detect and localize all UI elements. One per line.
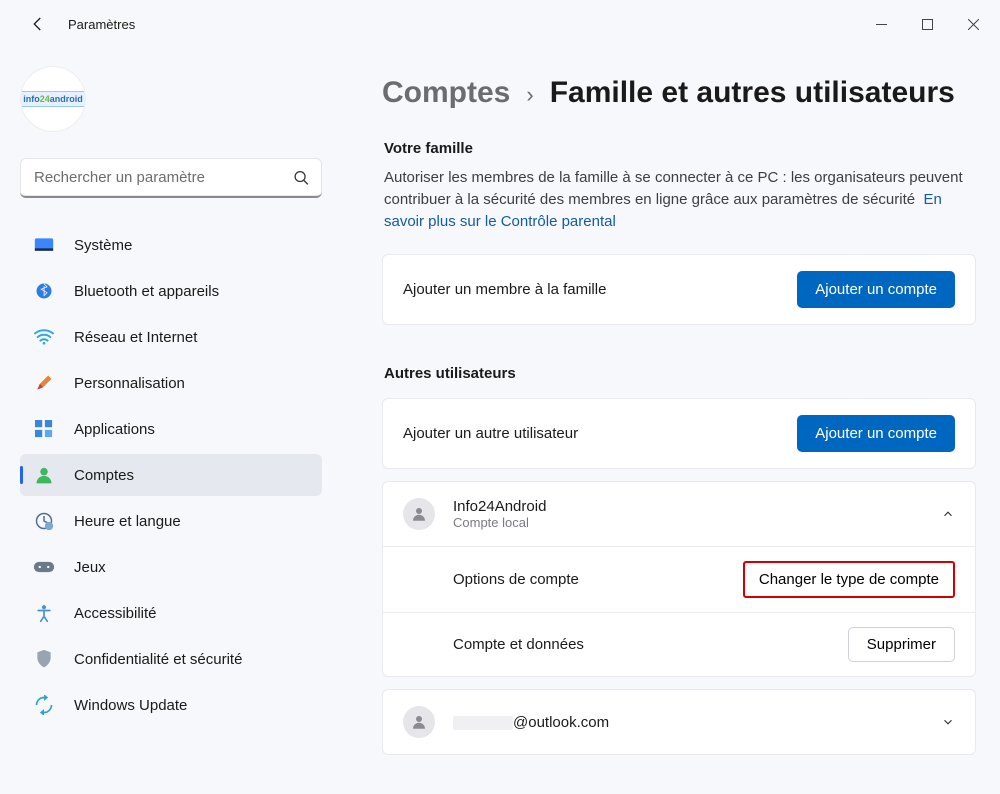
nav-item-network[interactable]: Réseau et Internet	[20, 316, 322, 358]
brush-icon	[32, 371, 56, 395]
nav-item-privacy[interactable]: Confidentialité et sécurité	[20, 638, 322, 680]
maximize-icon	[922, 19, 933, 30]
family-description: Autoriser les membres de la famille à se…	[384, 167, 976, 232]
sidebar: info24android Système Bluetooth et appar…	[0, 48, 342, 794]
nav-label: Bluetooth et appareils	[74, 283, 219, 300]
shield-icon	[32, 647, 56, 671]
window-title: Paramètres	[68, 17, 135, 32]
bluetooth-icon	[32, 279, 56, 303]
breadcrumb: Comptes › Famille et autres utilisateurs	[382, 76, 976, 110]
gamepad-icon	[32, 555, 56, 579]
chevron-up-icon	[941, 507, 955, 521]
others-heading: Autres utilisateurs	[384, 365, 976, 382]
search-input[interactable]	[20, 158, 322, 198]
window-controls	[858, 8, 996, 40]
user-type: Compte local	[453, 515, 546, 530]
page-title: Famille et autres utilisateurs	[550, 76, 955, 110]
search-box	[20, 158, 322, 198]
nav-label: Réseau et Internet	[74, 329, 197, 346]
others-add-card: Ajouter un autre utilisateur Ajouter un …	[382, 398, 976, 469]
nav-item-bluetooth[interactable]: Bluetooth et appareils	[20, 270, 322, 312]
nav-item-accounts[interactable]: Comptes	[20, 454, 322, 496]
search-icon	[293, 170, 310, 187]
user-row-collapsed[interactable]: @outlook.com	[383, 690, 975, 754]
nav-list: Système Bluetooth et appareils Réseau et…	[20, 224, 322, 726]
nav-item-apps[interactable]: Applications	[20, 408, 322, 450]
update-icon	[32, 693, 56, 717]
add-other-user-button[interactable]: Ajouter un compte	[797, 415, 955, 452]
chevron-right-icon: ›	[526, 82, 533, 108]
nav-label: Jeux	[74, 559, 106, 576]
user-name: Info24Android	[453, 498, 546, 515]
account-data-label: Compte et données	[453, 636, 584, 653]
system-icon	[32, 233, 56, 257]
nav-label: Personnalisation	[74, 375, 185, 392]
add-other-user-label: Ajouter un autre utilisateur	[403, 425, 578, 442]
person-icon	[403, 498, 435, 530]
user-card-2: @outlook.com	[382, 689, 976, 755]
add-family-button[interactable]: Ajouter un compte	[797, 271, 955, 308]
family-add-card: Ajouter un membre à la famille Ajouter u…	[382, 254, 976, 325]
maximize-button[interactable]	[904, 8, 950, 40]
minimize-button[interactable]	[858, 8, 904, 40]
family-heading: Votre famille	[384, 140, 976, 157]
nav-label: Comptes	[74, 467, 134, 484]
add-family-label: Ajouter un membre à la famille	[403, 281, 606, 298]
nav-label: Applications	[74, 421, 155, 438]
person-icon	[32, 463, 56, 487]
minimize-icon	[876, 19, 887, 30]
person-icon	[403, 706, 435, 738]
user-row-expanded[interactable]: Info24Android Compte local	[383, 482, 975, 546]
back-button[interactable]	[18, 4, 58, 44]
nav-label: Accessibilité	[74, 605, 157, 622]
main-content: Comptes › Famille et autres utilisateurs…	[342, 48, 1000, 794]
chevron-down-icon	[941, 715, 955, 729]
nav-label: Windows Update	[74, 697, 187, 714]
user-card-1: Info24Android Compte local Options de co…	[382, 481, 976, 677]
nav-label: Heure et langue	[74, 513, 181, 530]
remove-account-button[interactable]: Supprimer	[848, 627, 955, 662]
arrow-back-icon	[29, 15, 47, 33]
clock-globe-icon	[32, 509, 56, 533]
close-icon	[968, 19, 979, 30]
account-options-label: Options de compte	[453, 571, 579, 588]
nav-item-windows-update[interactable]: Windows Update	[20, 684, 322, 726]
user-email: @outlook.com	[453, 714, 609, 731]
user-email-domain: @outlook.com	[513, 714, 609, 731]
account-options-row: Options de compte Changer le type de com…	[383, 546, 975, 612]
titlebar: Paramètres	[0, 0, 1000, 48]
nav-item-gaming[interactable]: Jeux	[20, 546, 322, 588]
close-button[interactable]	[950, 8, 996, 40]
nav-item-accessibility[interactable]: Accessibilité	[20, 592, 322, 634]
avatar[interactable]: info24android	[20, 66, 86, 132]
accessibility-icon	[32, 601, 56, 625]
breadcrumb-parent[interactable]: Comptes	[382, 76, 510, 110]
avatar-image: info24android	[20, 91, 86, 107]
nav-item-system[interactable]: Système	[20, 224, 322, 266]
apps-icon	[32, 417, 56, 441]
account-data-row: Compte et données Supprimer	[383, 612, 975, 676]
change-account-type-button[interactable]: Changer le type de compte	[743, 561, 955, 598]
family-desc-text: Autoriser les membres de la famille à se…	[384, 169, 963, 208]
nav-label: Confidentialité et sécurité	[74, 651, 242, 668]
nav-item-time-language[interactable]: Heure et langue	[20, 500, 322, 542]
wifi-icon	[32, 325, 56, 349]
nav-item-personalization[interactable]: Personnalisation	[20, 362, 322, 404]
redacted-name	[453, 716, 513, 730]
nav-label: Système	[74, 237, 132, 254]
